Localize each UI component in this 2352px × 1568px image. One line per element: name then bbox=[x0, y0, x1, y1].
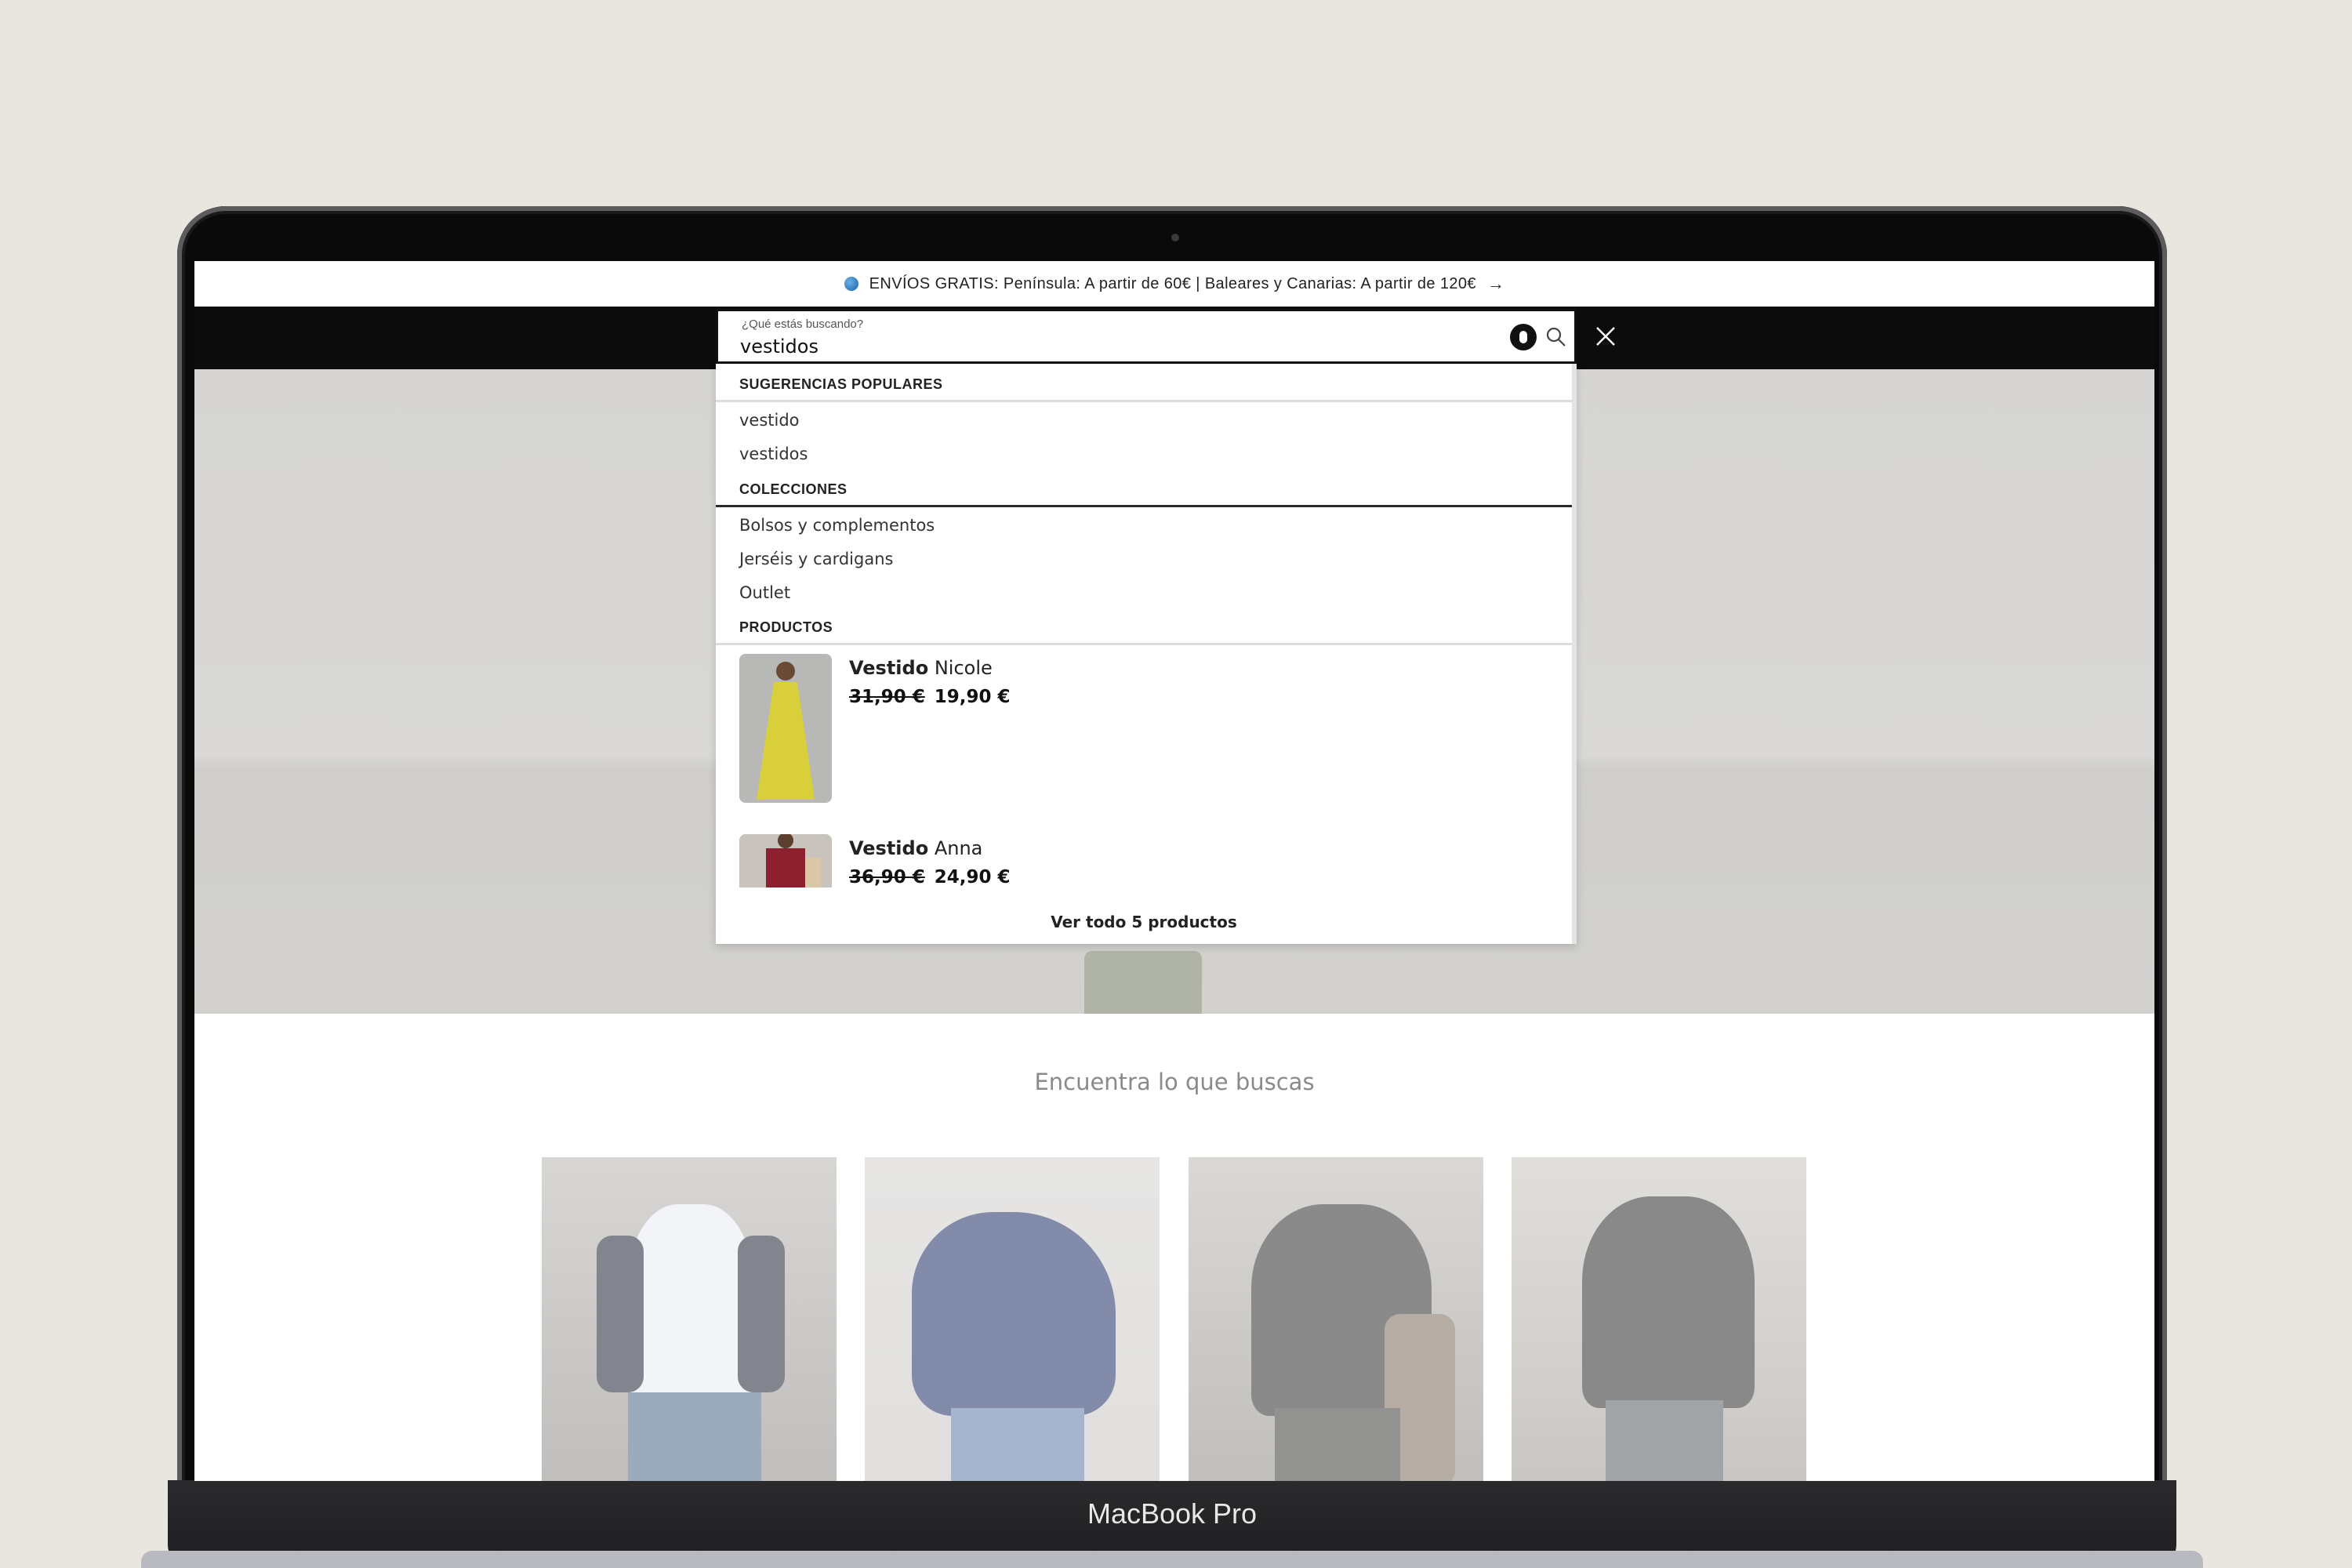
announcement-text: ENVÍOS GRATIS: Península: A partir de 60… bbox=[869, 274, 1476, 292]
browser-screen: ENVÍOS GRATIS: Península: A partir de 60… bbox=[194, 261, 2154, 1481]
close-search-button[interactable] bbox=[1590, 321, 1621, 352]
collection-item[interactable]: Outlet bbox=[739, 583, 790, 602]
microphone-icon bbox=[1519, 331, 1527, 343]
search-button[interactable] bbox=[1544, 325, 1568, 349]
product-thumbnail[interactable] bbox=[739, 834, 832, 887]
hero-model-image bbox=[1084, 951, 1202, 1014]
divider bbox=[716, 505, 1572, 507]
product-name-bold: Vestido bbox=[849, 837, 929, 859]
sale-price: 19,90 € bbox=[934, 687, 1011, 707]
search-caption: ¿Qué estás buscando? bbox=[742, 318, 864, 331]
category-card[interactable] bbox=[865, 1157, 1160, 1481]
collection-item[interactable]: Bolsos y complementos bbox=[739, 516, 935, 535]
product-price: 36,90 € 24,90 € bbox=[849, 867, 1011, 887]
product-name-rest: Nicole bbox=[928, 657, 993, 679]
old-price: 31,90 € bbox=[849, 687, 925, 707]
sale-price: 24,90 € bbox=[934, 867, 1011, 887]
search-box[interactable]: ¿Qué estás buscando? bbox=[716, 309, 1577, 364]
category-card[interactable] bbox=[542, 1157, 837, 1481]
camera-icon bbox=[1171, 234, 1179, 241]
category-card[interactable] bbox=[1512, 1157, 1806, 1481]
category-card[interactable] bbox=[1189, 1157, 1483, 1481]
device-label: MacBook Pro bbox=[1087, 1497, 1258, 1530]
products-heading: PRODUCTOS bbox=[739, 619, 833, 635]
collections-heading: COLECCIONES bbox=[739, 481, 848, 497]
product-name[interactable]: Vestido Nicole bbox=[849, 657, 993, 679]
product-name-rest: Anna bbox=[928, 837, 983, 859]
search-icon bbox=[1546, 327, 1566, 347]
product-thumbnail[interactable] bbox=[739, 654, 832, 803]
product-image-dress bbox=[739, 654, 832, 803]
announcement-bar[interactable]: ENVÍOS GRATIS: Península: A partir de 60… bbox=[194, 261, 2154, 307]
laptop-base bbox=[141, 1551, 2203, 1568]
suggestion-item[interactable]: vestidos bbox=[739, 445, 808, 463]
suggestions-heading: SUGERENCIAS POPULARES bbox=[739, 376, 943, 392]
search-input[interactable] bbox=[740, 333, 1446, 360]
close-icon bbox=[1596, 327, 1615, 346]
view-all-products-link[interactable]: Ver todo 5 productos bbox=[716, 913, 1572, 931]
old-price: 36,90 € bbox=[849, 867, 925, 887]
product-image-top bbox=[739, 834, 832, 887]
product-name-bold: Vestido bbox=[849, 657, 929, 679]
divider bbox=[716, 400, 1572, 402]
divider bbox=[716, 643, 1572, 645]
collection-item[interactable]: Jerséis y cardigans bbox=[739, 550, 893, 568]
product-price: 31,90 € 19,90 € bbox=[849, 687, 1011, 707]
globe-icon bbox=[844, 277, 858, 291]
suggestion-item[interactable]: vestido bbox=[739, 411, 800, 430]
product-name[interactable]: Vestido Anna bbox=[849, 837, 982, 859]
voice-search-button[interactable] bbox=[1510, 324, 1537, 350]
search-dropdown: SUGERENCIAS POPULARES vestido vestidos C… bbox=[716, 364, 1577, 944]
arrow-right-icon: → bbox=[1486, 274, 1505, 293]
section-title: Encuentra lo que buscas bbox=[1034, 1069, 1315, 1095]
